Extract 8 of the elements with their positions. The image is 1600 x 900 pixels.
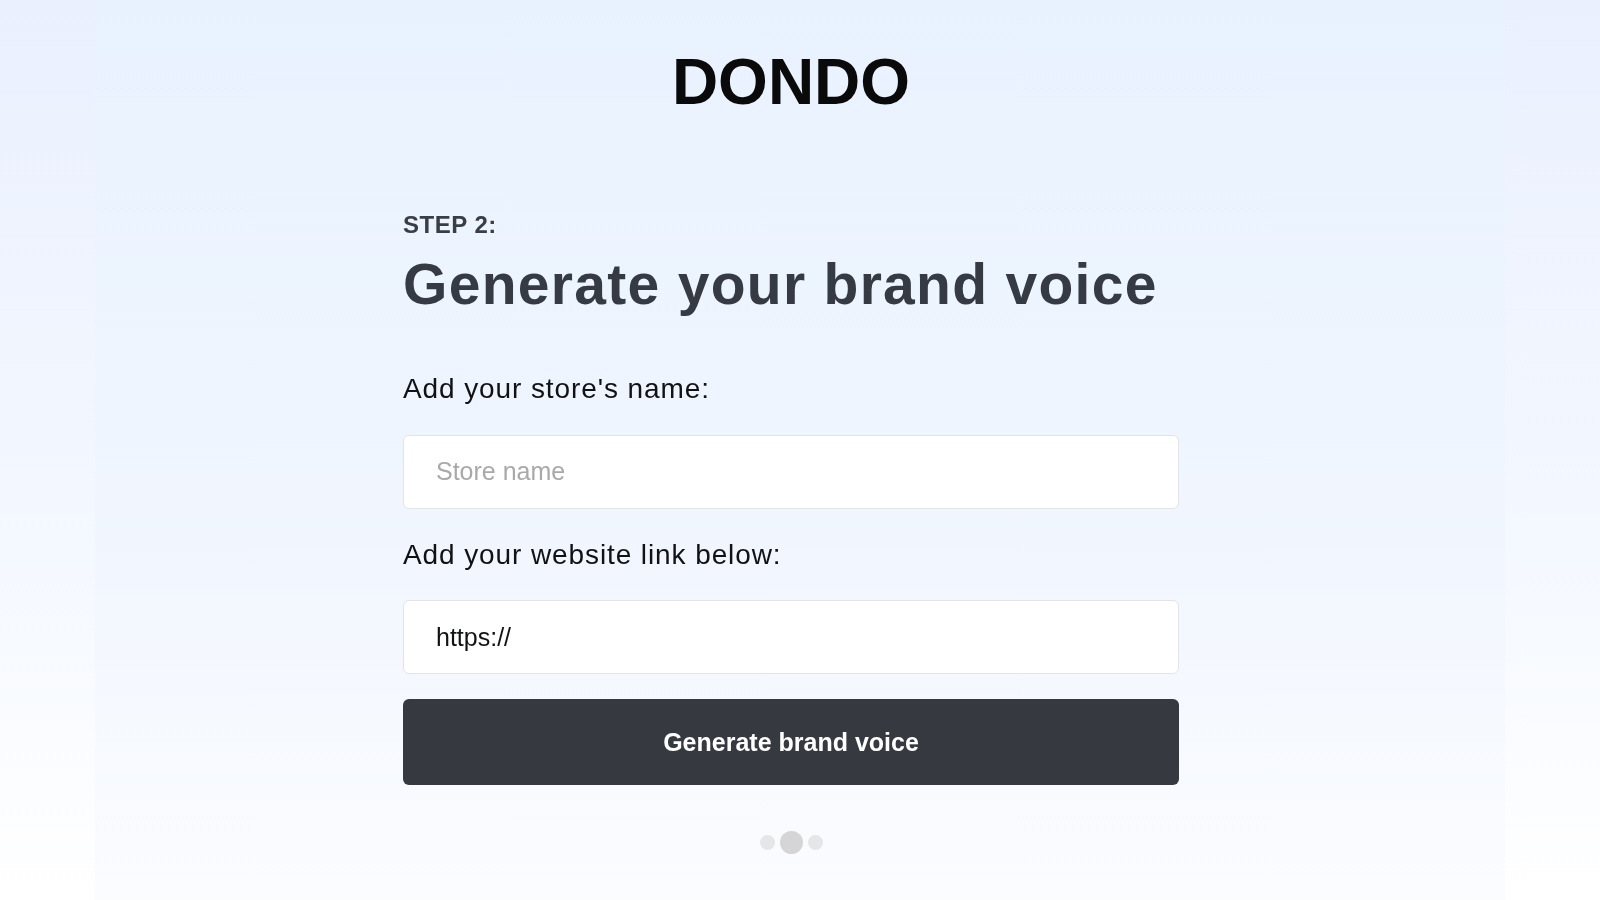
brand-logo: DONDO — [671, 50, 911, 114]
generate-button[interactable]: Generate brand voice — [403, 699, 1179, 786]
page-title: Generate your brand voice — [403, 250, 1158, 318]
input-field[interactable]: Store name — [403, 434, 1179, 509]
input-field[interactable]: https:// — [403, 600, 1179, 675]
step-label: STEP 2: — [403, 211, 497, 240]
field-label: Add your store's name: — [403, 372, 710, 406]
field-label: Add your website link below: — [403, 537, 782, 572]
